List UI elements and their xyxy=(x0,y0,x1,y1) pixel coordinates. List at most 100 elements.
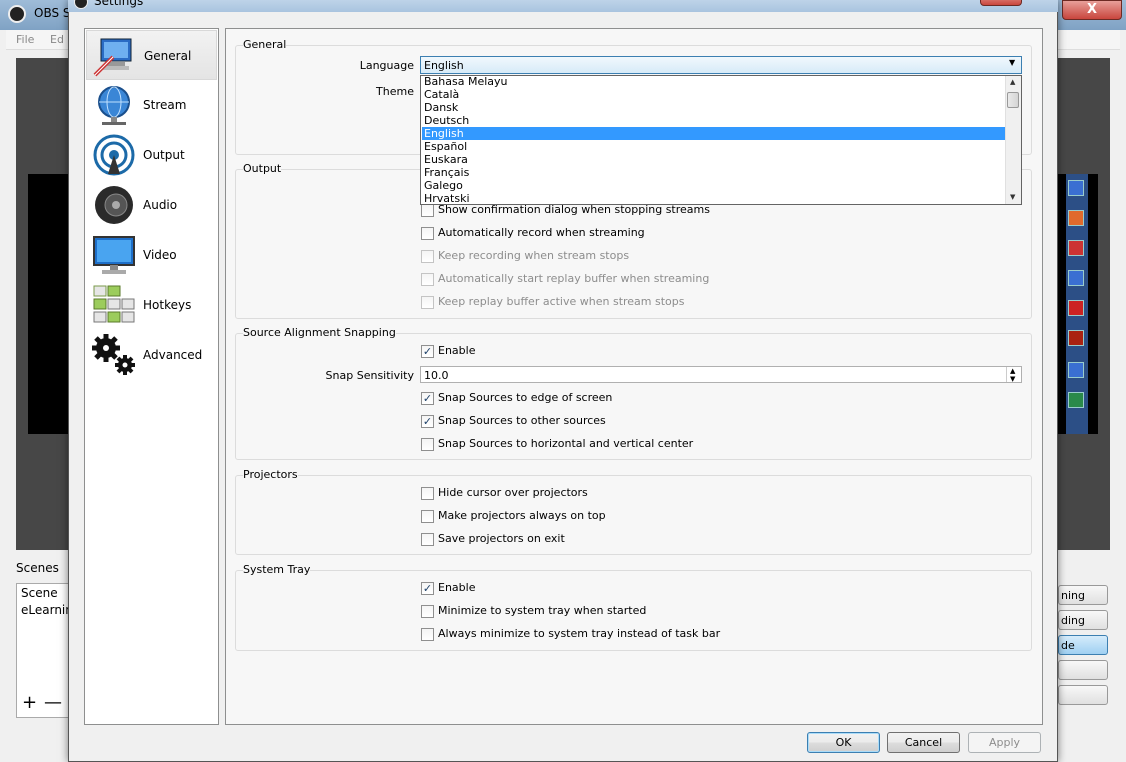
language-option-selected[interactable]: English xyxy=(422,127,1005,140)
language-option[interactable]: Euskara xyxy=(422,153,1005,166)
chevron-down-icon[interactable]: ▼ xyxy=(1009,58,1015,67)
desktop-shortcut-icon xyxy=(1068,330,1084,346)
remove-scene-button[interactable]: — xyxy=(44,692,62,713)
snap-edge-checkbox[interactable]: Snap Sources to edge of screen xyxy=(421,391,612,407)
nav-item-video[interactable]: Video xyxy=(86,230,217,280)
save-projectors-checkbox[interactable]: Save projectors on exit xyxy=(421,532,565,548)
menu-edit[interactable]: Ed xyxy=(50,33,64,46)
auto-replay-buffer-checkbox[interactable]: Automatically start replay buffer when s… xyxy=(421,272,709,288)
checkbox-box[interactable] xyxy=(421,414,434,428)
checkbox-label: Keep recording when stream stops xyxy=(438,249,630,262)
nav-item-stream[interactable]: Stream xyxy=(86,80,217,130)
start-recording-button[interactable]: ding xyxy=(1058,610,1108,630)
keep-replay-buffer-checkbox[interactable]: Keep replay buffer active when stream st… xyxy=(421,295,685,311)
auto-record-checkbox[interactable]: Automatically record when streaming xyxy=(421,226,645,242)
language-option[interactable]: Galego xyxy=(422,179,1005,192)
nav-item-general[interactable]: General xyxy=(86,30,217,80)
nav-label: Audio xyxy=(143,198,178,212)
snap-sources-checkbox[interactable]: Snap Sources to other sources xyxy=(421,414,606,430)
language-option[interactable]: Bahasa Melayu xyxy=(422,75,1005,88)
checkbox-box[interactable] xyxy=(421,344,434,358)
projectors-group-title: Projectors xyxy=(243,468,298,481)
language-option[interactable]: Dansk xyxy=(422,101,1005,114)
hide-cursor-checkbox[interactable]: Hide cursor over projectors xyxy=(421,486,588,502)
tray-enable-checkbox[interactable]: Enable xyxy=(421,581,475,597)
checkbox-box[interactable] xyxy=(421,203,434,217)
language-option[interactable]: Deutsch xyxy=(422,114,1005,127)
desktop-shortcut-icon xyxy=(1068,270,1084,286)
checkbox-box[interactable] xyxy=(421,486,434,500)
general-group-title: General xyxy=(243,38,287,51)
scroll-up-icon[interactable]: ▲ xyxy=(1010,78,1015,86)
checkbox-label: Minimize to system tray when started xyxy=(438,604,647,617)
desktop-shortcut-icon xyxy=(1068,362,1084,378)
nav-label: Advanced xyxy=(143,348,203,362)
settings-close-button[interactable] xyxy=(980,0,1022,6)
spin-down-icon[interactable]: ▼ xyxy=(1010,375,1015,383)
language-option[interactable]: Français xyxy=(422,166,1005,179)
language-label: Language xyxy=(359,59,414,72)
snapping-enable-checkbox[interactable]: Enable xyxy=(421,344,475,360)
checkbox-box[interactable] xyxy=(421,391,434,405)
apply-button[interactable]: Apply xyxy=(968,732,1041,753)
scroll-down-icon[interactable]: ▼ xyxy=(1010,193,1015,201)
settings-button[interactable] xyxy=(1058,660,1108,680)
ok-button[interactable]: OK xyxy=(807,732,880,753)
nav-item-hotkeys[interactable]: Hotkeys xyxy=(86,280,217,330)
language-option[interactable]: Español xyxy=(422,140,1005,153)
checkbox-box[interactable] xyxy=(421,509,434,523)
spin-up-icon[interactable]: ▲ xyxy=(1010,367,1015,375)
start-streaming-button[interactable]: ning xyxy=(1058,585,1108,605)
checkbox-box[interactable] xyxy=(421,604,434,618)
nav-item-audio[interactable]: Audio xyxy=(86,180,217,230)
checkbox-label: Snap Sources to other sources xyxy=(438,414,606,427)
checkbox-label: Automatically start replay buffer when s… xyxy=(438,272,710,285)
checkbox-box[interactable] xyxy=(421,627,434,641)
checkbox-box[interactable] xyxy=(421,272,434,286)
add-scene-button[interactable]: + xyxy=(22,692,37,713)
scene-item[interactable]: eLearnin xyxy=(21,603,73,617)
menu-file[interactable]: File xyxy=(16,33,34,46)
snap-sensitivity-input[interactable]: 10.0 xyxy=(420,366,1022,383)
stream-globe-icon xyxy=(98,86,130,125)
studio-mode-button[interactable]: de xyxy=(1058,635,1108,655)
checkbox-label: Snap Sources to horizontal and vertical … xyxy=(438,437,694,450)
nav-label: Video xyxy=(143,248,177,262)
language-select[interactable]: English xyxy=(420,56,1022,74)
desktop-shortcut-icon xyxy=(1068,240,1084,256)
show-confirmation-stop-checkbox[interactable]: Show confirmation dialog when stopping s… xyxy=(421,203,710,219)
checkbox-box[interactable] xyxy=(421,532,434,546)
speaker-icon xyxy=(95,186,133,224)
keep-recording-checkbox[interactable]: Keep recording when stream stops xyxy=(421,249,629,265)
checkbox-box[interactable] xyxy=(421,295,434,309)
checkbox-label: Enable xyxy=(438,581,476,594)
desktop-shortcut-icon xyxy=(1068,300,1084,316)
checkbox-label: Automatically record when streaming xyxy=(438,226,645,239)
projectors-group xyxy=(235,475,1032,555)
minimize-tray-started-checkbox[interactable]: Minimize to system tray when started xyxy=(421,604,646,620)
settings-title: Settings xyxy=(94,0,144,8)
scrollbar-thumb[interactable] xyxy=(1007,92,1019,108)
checkbox-label: Snap Sources to edge of screen xyxy=(438,391,613,404)
language-option[interactable]: Hrvatski xyxy=(422,192,1005,205)
projectors-on-top-checkbox[interactable]: Make projectors always on top xyxy=(421,509,606,525)
exit-button[interactable] xyxy=(1058,685,1108,705)
cancel-button[interactable]: Cancel xyxy=(887,732,960,753)
checkbox-box[interactable] xyxy=(421,581,434,595)
scene-item[interactable]: Scene xyxy=(21,586,58,600)
checkbox-label: Save projectors on exit xyxy=(438,532,565,545)
checkbox-label: Make projectors always on top xyxy=(438,509,606,522)
scenes-label: Scenes xyxy=(16,561,59,575)
nav-item-output[interactable]: Output xyxy=(86,130,217,180)
always-minimize-tray-checkbox[interactable]: Always minimize to system tray instead o… xyxy=(421,627,720,643)
checkbox-box[interactable] xyxy=(421,249,434,263)
monitor-icon xyxy=(93,236,135,274)
checkbox-box[interactable] xyxy=(421,226,434,240)
snap-center-checkbox[interactable]: Snap Sources to horizontal and vertical … xyxy=(421,437,693,453)
checkbox-box[interactable] xyxy=(421,437,434,451)
nav-item-advanced[interactable]: Advanced xyxy=(86,330,217,380)
system-tray-group-title: System Tray xyxy=(243,563,311,576)
gears-icon xyxy=(92,334,135,375)
language-option[interactable]: Català xyxy=(422,88,1005,101)
obs-close-button[interactable]: X xyxy=(1062,0,1122,20)
